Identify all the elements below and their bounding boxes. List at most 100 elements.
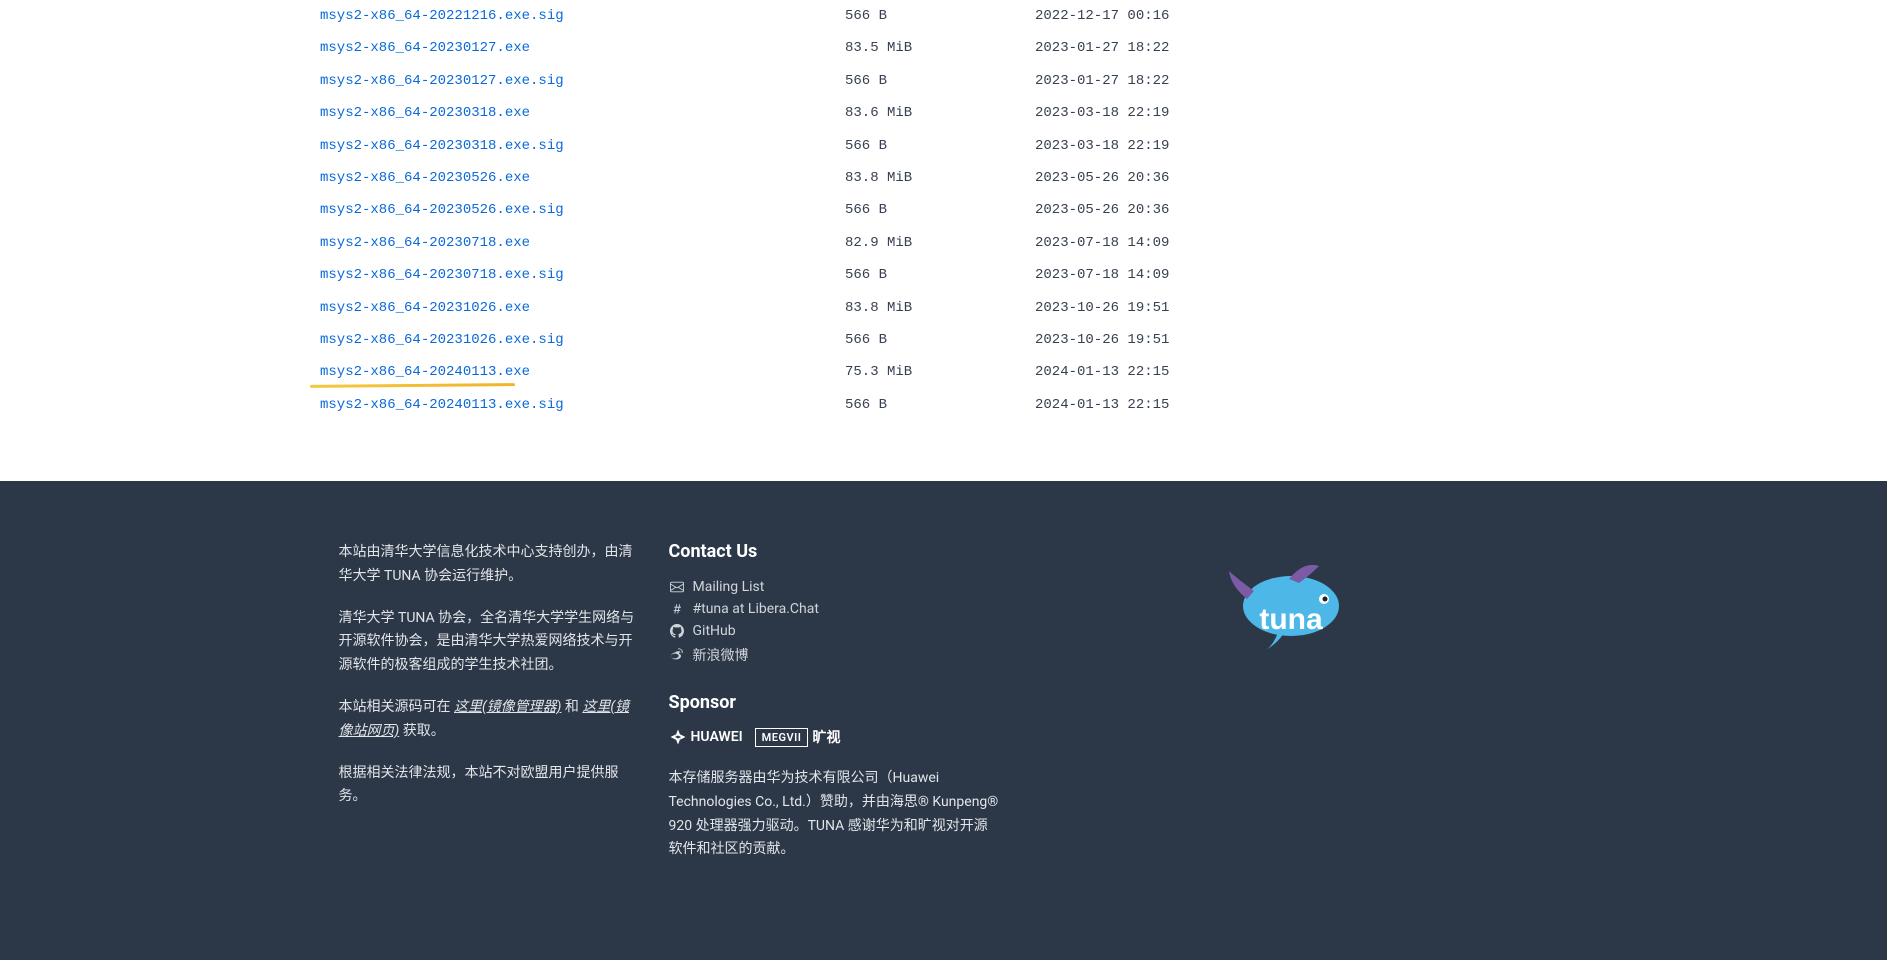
megvii-text: MEGVII (755, 728, 809, 747)
file-name-wrap: msys2-x86_64-20230127.exe (320, 37, 845, 59)
file-row: msys2-x86_64-20230526.exe 83.8 MiB2023-05… (320, 162, 1567, 194)
file-size: 566 B (845, 70, 1035, 92)
file-name-wrap: msys2-x86_64-20230318.exe (320, 102, 845, 124)
file-row: msys2-x86_64-20221216.exe.sig 566 B2022-1… (320, 0, 1567, 32)
megvii-cn-text: 旷视 (812, 727, 840, 747)
file-link[interactable]: msys2-x86_64-20230318.exe.sig (320, 138, 564, 154)
footer-logo-column: tuna (1029, 541, 1549, 880)
huawei-logo: HUAWEI (669, 728, 743, 746)
file-size: 566 B (845, 329, 1035, 351)
file-date: 2023-07-18 14:09 (1035, 232, 1567, 254)
file-link[interactable]: msys2-x86_64-20231026.exe (320, 300, 530, 316)
file-name-wrap: msys2-x86_64-20231026.exe.sig (320, 329, 845, 351)
file-link[interactable]: msys2-x86_64-20240113.exe (320, 364, 530, 380)
contact-item: 新浪微博 (669, 642, 999, 668)
contact-item: #tuna at Libera.Chat (669, 598, 999, 620)
file-size: 83.6 MiB (845, 102, 1035, 124)
file-date: 2023-03-18 22:19 (1035, 135, 1567, 157)
file-row: msys2-x86_64-20230718.exe.sig 566 B2023-0… (320, 259, 1567, 291)
sponsor-logos: HUAWEI MEGVII 旷视 (669, 727, 999, 747)
file-date: 2023-01-27 18:22 (1035, 37, 1567, 59)
file-row: msys2-x86_64-20240113.exe 75.3 MiB2024-01… (320, 356, 1567, 388)
file-name-wrap: msys2-x86_64-20221216.exe.sig (320, 5, 845, 27)
file-link[interactable]: msys2-x86_64-20230127.exe (320, 40, 530, 56)
file-name-wrap: msys2-x86_64-20230526.exe (320, 167, 845, 189)
file-date: 2023-10-26 19:51 (1035, 297, 1567, 319)
about-text-4: 根据相关法律法规，本站不对欧盟用户提供服务。 (339, 762, 639, 810)
sponsor-heading: Sponsor (669, 692, 999, 713)
file-size: 566 B (845, 264, 1035, 286)
file-date: 2024-01-13 22:15 (1035, 394, 1567, 416)
file-size: 83.8 MiB (845, 167, 1035, 189)
file-name-wrap: msys2-x86_64-20240113.exe (320, 361, 845, 383)
about-prefix: 本站相关源码可在 (339, 699, 454, 715)
contact-link[interactable]: #tuna at Libera.Chat (693, 601, 819, 617)
file-date: 2022-12-17 00:16 (1035, 5, 1567, 27)
file-size: 75.3 MiB (845, 361, 1035, 383)
sponsor-text: 本存储服务器由华为技术有限公司（Huawei Technologies Co.,… (669, 767, 999, 862)
file-row: msys2-x86_64-20231026.exe 83.8 MiB2023-10… (320, 292, 1567, 324)
file-row: msys2-x86_64-20230127.exe 83.5 MiB2023-01… (320, 32, 1567, 64)
file-date: 2023-05-26 20:36 (1035, 167, 1567, 189)
file-row: msys2-x86_64-20230718.exe 82.9 MiB2023-07… (320, 227, 1567, 259)
megvii-logo: MEGVII 旷视 (755, 727, 841, 747)
file-date: 2023-07-18 14:09 (1035, 264, 1567, 286)
file-size: 566 B (845, 5, 1035, 27)
mail-icon (669, 580, 685, 594)
file-name-wrap: msys2-x86_64-20240113.exe.sig (320, 394, 845, 416)
file-link[interactable]: msys2-x86_64-20221216.exe.sig (320, 8, 564, 24)
file-name-wrap: msys2-x86_64-20231026.exe (320, 297, 845, 319)
github-icon (669, 624, 685, 638)
file-link[interactable]: msys2-x86_64-20230127.exe.sig (320, 73, 564, 89)
file-date: 2023-01-27 18:22 (1035, 70, 1567, 92)
file-size: 83.5 MiB (845, 37, 1035, 59)
contact-link[interactable]: GitHub (693, 623, 736, 639)
file-name-wrap: msys2-x86_64-20230127.exe.sig (320, 70, 845, 92)
file-link[interactable]: msys2-x86_64-20230526.exe (320, 170, 530, 186)
footer-content: 本站由清华大学信息化技术中心支持创办，由清华大学 TUNA 协会运行维护。 清华… (319, 541, 1569, 880)
file-link[interactable]: msys2-x86_64-20230526.exe.sig (320, 202, 564, 218)
tuna-logo-icon: tuna (1219, 551, 1359, 671)
about-text-3: 本站相关源码可在 这里(镜像管理器) 和 这里(镜像站网页) 获取。 (339, 696, 639, 744)
contact-item: Mailing List (669, 576, 999, 598)
file-size: 566 B (845, 135, 1035, 157)
file-link[interactable]: msys2-x86_64-20230718.exe (320, 235, 530, 251)
mirror-manager-link[interactable]: 这里(镜像管理器) (454, 699, 561, 715)
file-name-wrap: msys2-x86_64-20230318.exe.sig (320, 135, 845, 157)
about-middle: 和 (565, 699, 582, 715)
file-row: msys2-x86_64-20230318.exe.sig 566 B2023-0… (320, 130, 1567, 162)
huawei-text: HUAWEI (691, 729, 743, 745)
file-name-wrap: msys2-x86_64-20230718.exe.sig (320, 264, 845, 286)
footer-about-column: 本站由清华大学信息化技术中心支持创办，由清华大学 TUNA 协会运行维护。 清华… (339, 541, 639, 880)
footer-contact-column: Contact Us Mailing List#tuna at Libera.C… (669, 541, 999, 880)
file-row: msys2-x86_64-20230526.exe.sig566 B2023-0… (320, 194, 1567, 226)
file-link[interactable]: msys2-x86_64-20231026.exe.sig (320, 332, 564, 348)
footer: 本站由清华大学信息化技术中心支持创办，由清华大学 TUNA 协会运行维护。 清华… (0, 481, 1887, 960)
contact-item: GitHub (669, 620, 999, 642)
weibo-icon (669, 648, 685, 662)
file-size: 82.9 MiB (845, 232, 1035, 254)
file-listing: msys2-x86_64-20221216.exe.sig566 B2022-1… (0, 0, 1887, 481)
svg-text:tuna: tuna (1259, 603, 1323, 636)
file-name-wrap: msys2-x86_64-20230526.exe.sig (320, 199, 845, 221)
file-size: 83.8 MiB (845, 297, 1035, 319)
file-size: 566 B (845, 199, 1035, 221)
file-date: 2023-03-18 22:19 (1035, 102, 1567, 124)
file-row: msys2-x86_64-20230318.exe 83.6 MiB2023-03… (320, 97, 1567, 129)
about-text-1: 本站由清华大学信息化技术中心支持创办，由清华大学 TUNA 协会运行维护。 (339, 541, 639, 589)
file-date: 2023-10-26 19:51 (1035, 329, 1567, 351)
about-suffix: 获取。 (403, 723, 445, 739)
about-text-2: 清华大学 TUNA 协会，全名清华大学学生网络与开源软件协会，是由清华大学热爱网… (339, 607, 639, 678)
file-size: 566 B (845, 394, 1035, 416)
file-link[interactable]: msys2-x86_64-20230318.exe (320, 105, 530, 121)
file-link[interactable]: msys2-x86_64-20240113.exe.sig (320, 397, 564, 413)
hash-icon (669, 602, 685, 616)
contact-list: Mailing List #tuna at Libera.Chat GitHub 新浪… (669, 576, 999, 668)
file-name-wrap: msys2-x86_64-20230718.exe (320, 232, 845, 254)
file-row: msys2-x86_64-20230127.exe.sig 566 B2023-0… (320, 65, 1567, 97)
file-link[interactable]: msys2-x86_64-20230718.exe.sig (320, 267, 564, 283)
file-date: 2024-01-13 22:15 (1035, 361, 1567, 383)
contact-link[interactable]: Mailing List (693, 579, 765, 595)
file-row: msys2-x86_64-20240113.exe.sig 566 B2024-0… (320, 389, 1567, 421)
contact-link[interactable]: 新浪微博 (693, 645, 749, 665)
